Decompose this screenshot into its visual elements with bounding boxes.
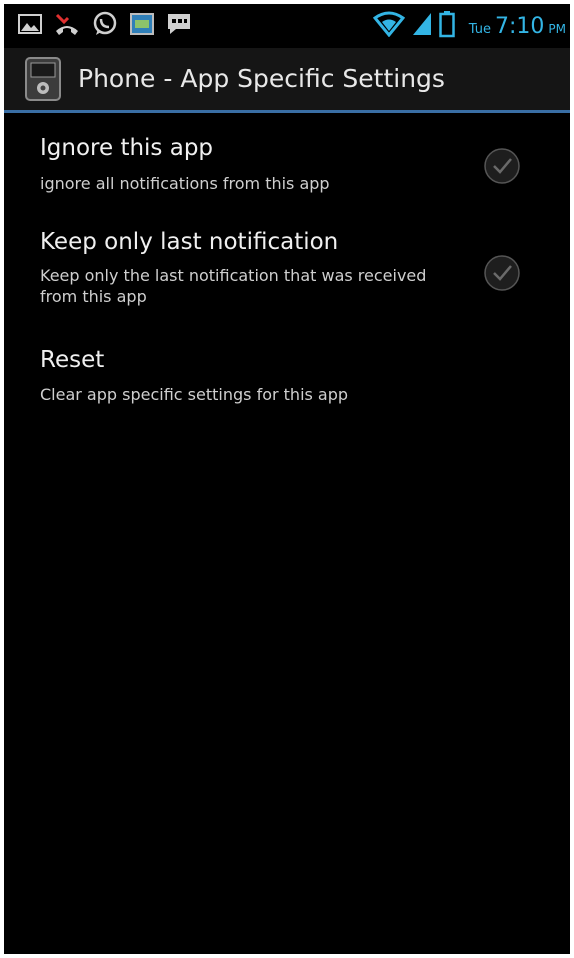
clock-time: 7:10	[495, 13, 545, 39]
signal-icon	[411, 11, 433, 41]
notification-icons	[18, 11, 192, 41]
pref-title: Reset	[40, 347, 105, 373]
pref-ignore-app[interactable]: Ignore this app ignore all notifications…	[4, 113, 570, 207]
clock-ampm: PM	[548, 21, 566, 36]
wifi-icon	[372, 11, 405, 41]
pref-summary: ignore all notifications from this app	[40, 174, 330, 193]
pref-keep-last-notification[interactable]: Keep only last notification Keep only th…	[4, 217, 570, 337]
ignore-app-checkbox[interactable]	[482, 146, 522, 186]
status-bar: Tue 7:10 PM	[4, 4, 570, 48]
screen: Tue 7:10 PM Phone - App Specific Setting…	[4, 4, 570, 954]
message-icon	[166, 12, 192, 40]
pref-summary: Keep only the last notification that was…	[40, 266, 427, 306]
pref-summary: Clear app specific settings for this app	[40, 385, 349, 404]
pref-title: Ignore this app	[40, 135, 214, 161]
whatsapp-icon	[92, 11, 118, 41]
clock-day: Tue	[468, 21, 491, 37]
pref-title: Keep only last notification	[40, 229, 339, 255]
action-bar: Phone - App Specific Settings	[4, 48, 570, 113]
page-title: Phone - App Specific Settings	[78, 64, 445, 93]
battery-icon	[439, 10, 455, 42]
system-status: Tue 7:10 PM	[372, 10, 566, 42]
keep-last-checkbox[interactable]	[482, 253, 522, 293]
phone-app-icon[interactable]	[24, 56, 64, 106]
image-notification-icon	[130, 13, 154, 39]
pref-reset[interactable]: Reset Clear app specific settings for th…	[4, 337, 570, 427]
status-clock: Tue 7:10 PM	[469, 14, 566, 39]
missed-call-icon	[54, 11, 80, 41]
gallery-icon	[18, 13, 42, 39]
